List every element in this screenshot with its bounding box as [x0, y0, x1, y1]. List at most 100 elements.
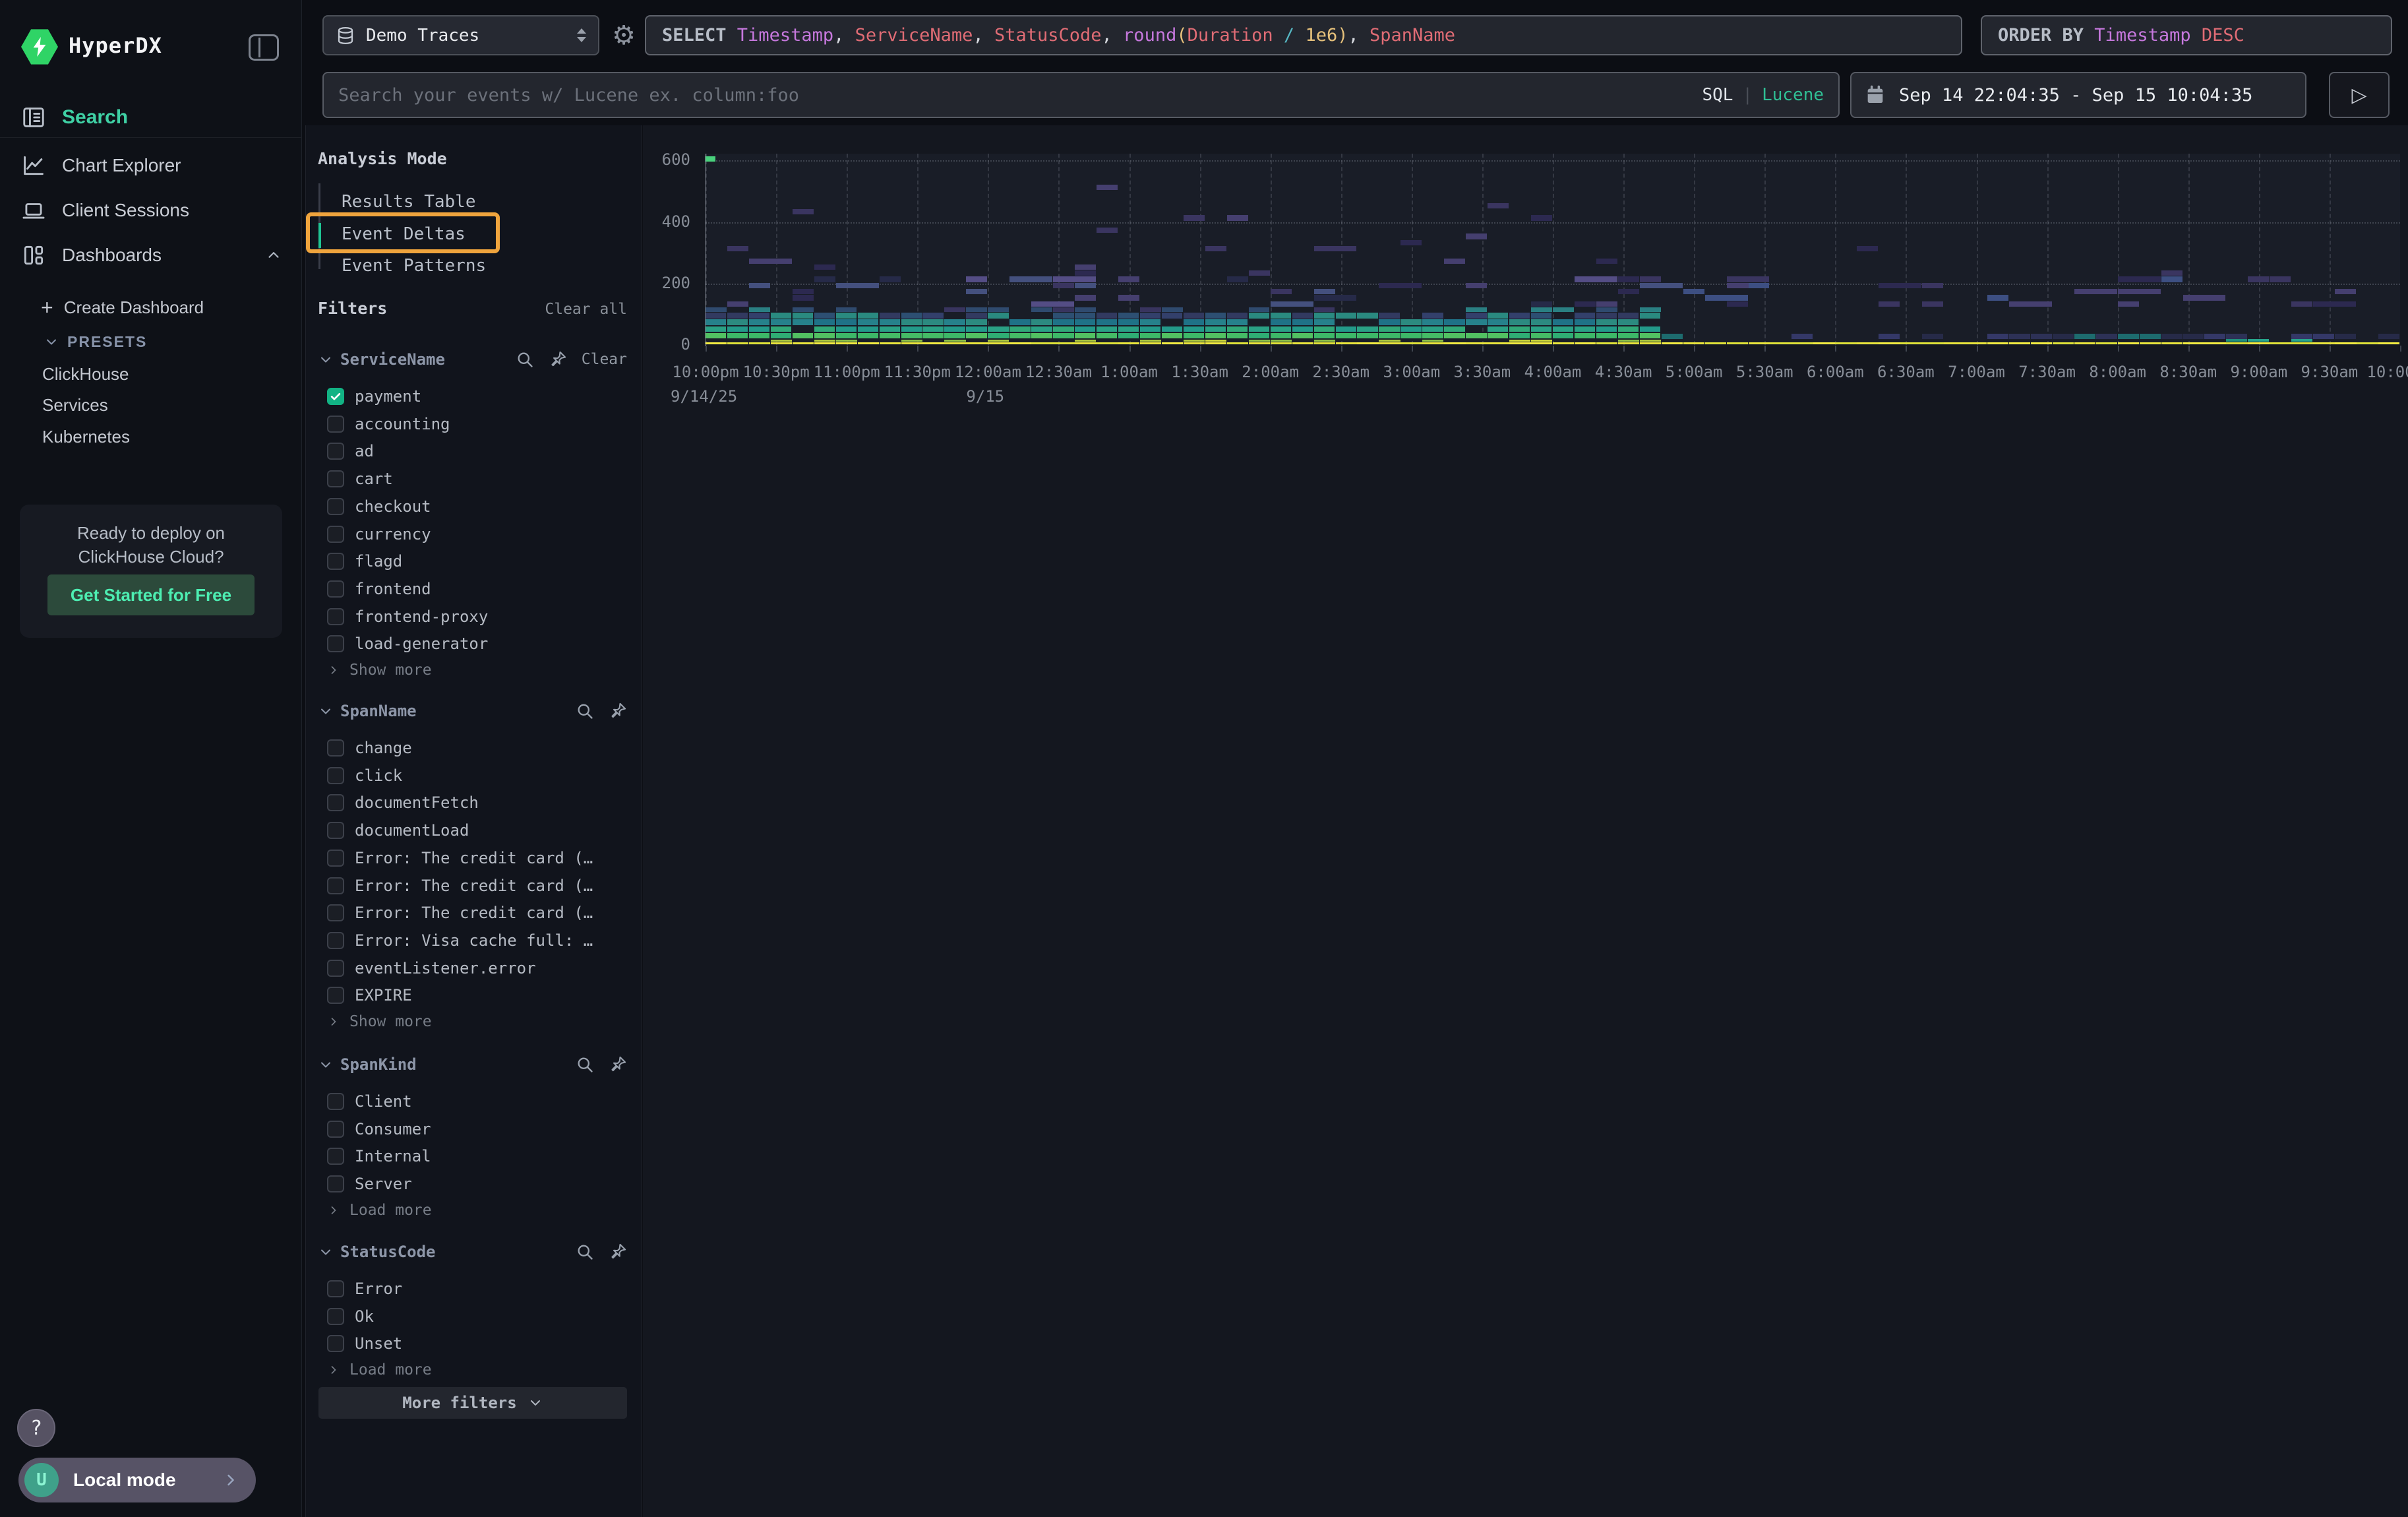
- filter-checkbox-item[interactable]: documentFetch: [327, 791, 479, 814]
- filter-checkbox-item[interactable]: Error: [327, 1278, 402, 1300]
- checkbox-unchecked[interactable]: [327, 987, 344, 1004]
- filter-checkbox-item[interactable]: checkout: [327, 495, 431, 518]
- checkbox-unchecked[interactable]: [327, 608, 344, 625]
- query-language-toggle[interactable]: SQL | Lucene: [1702, 85, 1824, 105]
- checkbox-unchecked[interactable]: [327, 635, 344, 652]
- checkbox-unchecked[interactable]: [327, 498, 344, 515]
- analysis-option-event-patterns[interactable]: Event Patterns: [342, 255, 486, 276]
- checkbox-unchecked[interactable]: [327, 877, 344, 894]
- checkbox-unchecked[interactable]: [327, 1093, 344, 1110]
- checkbox-unchecked[interactable]: [327, 443, 344, 460]
- pin-icon[interactable]: [549, 350, 567, 369]
- search-icon[interactable]: [576, 702, 594, 720]
- filter-checkbox-item[interactable]: EXPIRE: [327, 984, 412, 1006]
- filter-group-header-statuscode[interactable]: StatusCode: [318, 1241, 436, 1262]
- user-mode-pill[interactable]: U Local mode: [18, 1458, 256, 1502]
- events-heatmap-plot[interactable]: [706, 154, 2400, 345]
- filter-checkbox-item[interactable]: currency: [327, 523, 431, 545]
- filter-load-more-link[interactable]: Load more: [327, 1200, 432, 1220]
- search-icon[interactable]: [576, 1055, 594, 1074]
- filter-checkbox-item[interactable]: frontend-proxy: [327, 605, 488, 628]
- checkbox-unchecked[interactable]: [327, 1308, 344, 1325]
- checkbox-checked[interactable]: [327, 388, 344, 405]
- checkbox-unchecked[interactable]: [327, 1148, 344, 1165]
- run-query-button[interactable]: ▷: [2329, 72, 2390, 118]
- checkbox-unchecked[interactable]: [327, 1280, 344, 1297]
- checkbox-unchecked[interactable]: [327, 850, 344, 867]
- filter-checkbox-item[interactable]: Ok: [327, 1305, 374, 1328]
- sidebar-presets-toggle[interactable]: PRESETS: [44, 330, 147, 354]
- filter-checkbox-item[interactable]: Error: The credit card (…: [327, 875, 593, 897]
- checkbox-unchecked[interactable]: [327, 416, 344, 433]
- filter-group-header-spanname[interactable]: SpanName: [318, 700, 417, 722]
- filter-checkbox-item[interactable]: documentLoad: [327, 819, 469, 842]
- filter-checkbox-item[interactable]: Consumer: [327, 1118, 431, 1140]
- filter-checkbox-item[interactable]: Error: Visa cache full: …: [327, 929, 593, 952]
- search-input[interactable]: [338, 85, 1702, 106]
- filter-group-header-servicename[interactable]: ServiceName: [318, 349, 445, 370]
- filter-checkbox-item[interactable]: ad: [327, 440, 374, 462]
- filter-checkbox-item[interactable]: Server: [327, 1173, 412, 1195]
- checkbox-unchecked[interactable]: [327, 960, 344, 977]
- filter-checkbox-item[interactable]: click: [327, 764, 402, 787]
- sidebar-collapse-button[interactable]: [249, 34, 279, 61]
- filter-group-header-spankind[interactable]: SpanKind: [318, 1054, 417, 1075]
- analysis-option-results-table[interactable]: Results Table: [342, 191, 476, 212]
- filter-checkbox-item[interactable]: Error: The credit card (…: [327, 847, 593, 869]
- filter-checkbox-item[interactable]: Unset: [327, 1332, 402, 1355]
- pin-icon[interactable]: [609, 1055, 627, 1074]
- help-button[interactable]: ?: [17, 1409, 55, 1447]
- filter-show-more-link[interactable]: Show more: [327, 1012, 432, 1032]
- checkbox-unchecked[interactable]: [327, 932, 344, 949]
- analysis-option-event-deltas[interactable]: Event Deltas: [342, 224, 466, 245]
- time-range-picker[interactable]: Sep 14 22:04:35 - Sep 15 10:04:35: [1850, 72, 2306, 118]
- sql-select-editor[interactable]: SELECT Timestamp, ServiceName, StatusCod…: [645, 15, 1962, 55]
- filter-checkbox-item[interactable]: eventListener.error: [327, 957, 536, 979]
- sidebar-item-create-dashboard[interactable]: +Create Dashboard: [41, 295, 204, 319]
- checkbox-unchecked[interactable]: [327, 794, 344, 811]
- sidebar-item-chart-explorer[interactable]: Chart Explorer: [0, 144, 302, 187]
- source-select[interactable]: Demo Traces: [322, 15, 599, 55]
- checkbox-unchecked[interactable]: [327, 1335, 344, 1352]
- checkbox-unchecked[interactable]: [327, 739, 344, 757]
- more-filters-button[interactable]: More filters: [318, 1387, 627, 1419]
- filter-checkbox-item[interactable]: Internal: [327, 1145, 431, 1167]
- checkbox-unchecked[interactable]: [327, 1175, 344, 1192]
- mode-sql[interactable]: SQL: [1702, 85, 1733, 105]
- filter-show-more-link[interactable]: Show more: [327, 660, 432, 680]
- order-by-editor[interactable]: ORDER BY Timestamp DESC: [1981, 15, 2392, 55]
- checkbox-unchecked[interactable]: [327, 767, 344, 784]
- pin-icon[interactable]: [609, 1243, 627, 1261]
- sidebar-preset-clickhouse[interactable]: ClickHouse: [42, 362, 129, 386]
- clear-all-filters-link[interactable]: Clear all: [545, 301, 627, 318]
- filter-checkbox-item[interactable]: change: [327, 737, 412, 759]
- sidebar-item-dashboards[interactable]: Dashboards: [0, 234, 302, 276]
- checkbox-unchecked[interactable]: [327, 470, 344, 487]
- sidebar-preset-services[interactable]: Services: [42, 393, 108, 417]
- sidebar-preset-kubernetes[interactable]: Kubernetes: [42, 425, 130, 449]
- sidebar-item-client-sessions[interactable]: Client Sessions: [0, 189, 302, 232]
- filter-checkbox-item[interactable]: Client: [327, 1090, 412, 1113]
- checkbox-unchecked[interactable]: [327, 580, 344, 598]
- gear-icon[interactable]: ⚙: [609, 17, 639, 54]
- filter-checkbox-item[interactable]: payment: [327, 385, 421, 408]
- clear-filter-link[interactable]: Clear: [582, 351, 627, 368]
- filter-checkbox-item[interactable]: flagd: [327, 550, 402, 573]
- get-started-button[interactable]: Get Started for Free: [47, 574, 255, 615]
- filter-load-more-link[interactable]: Load more: [327, 1360, 432, 1380]
- filter-checkbox-item[interactable]: load-generator: [327, 633, 488, 655]
- filter-checkbox-item[interactable]: frontend: [327, 578, 431, 600]
- checkbox-unchecked[interactable]: [327, 1121, 344, 1138]
- filter-checkbox-item[interactable]: accounting: [327, 413, 450, 435]
- checkbox-unchecked[interactable]: [327, 553, 344, 570]
- search-icon[interactable]: [576, 1243, 594, 1261]
- filter-checkbox-item[interactable]: cart: [327, 468, 393, 490]
- checkbox-unchecked[interactable]: [327, 526, 344, 543]
- search-icon[interactable]: [516, 350, 534, 369]
- checkbox-unchecked[interactable]: [327, 904, 344, 921]
- pin-icon[interactable]: [609, 702, 627, 720]
- filter-checkbox-item[interactable]: Error: The credit card (…: [327, 902, 593, 924]
- checkbox-unchecked[interactable]: [327, 822, 344, 839]
- sidebar-item-search[interactable]: Search: [0, 96, 302, 139]
- mode-lucene[interactable]: Lucene: [1762, 85, 1824, 105]
